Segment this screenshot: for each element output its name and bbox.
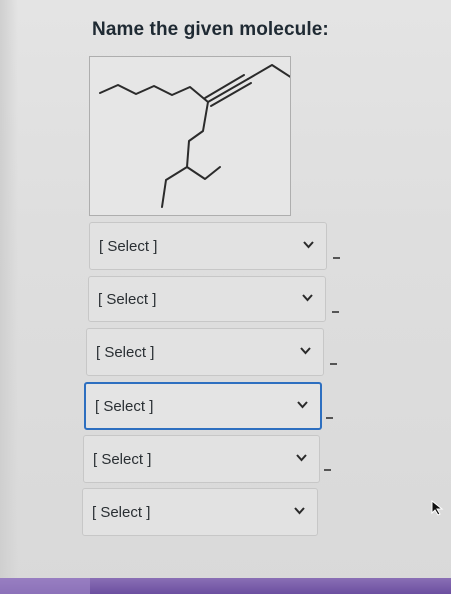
chevron-down-icon [302, 292, 313, 303]
select-value-5: [ Select ] [93, 450, 152, 468]
sub-branch [186, 166, 221, 180]
select-value-2: [ Select ] [98, 290, 157, 308]
screen-edge-shadow [0, 0, 18, 594]
select-value-4: [ Select ] [95, 397, 154, 415]
chevron-down-icon [300, 345, 311, 356]
name-part-select-1[interactable]: [ Select ] [89, 222, 327, 270]
chevron-down-icon [303, 239, 314, 250]
dash-separator [326, 417, 333, 419]
name-part-select-4[interactable]: [ Select ] [84, 382, 322, 430]
chevron-down-icon [294, 505, 305, 516]
branch-chain [161, 101, 209, 208]
molecule-structure-image [89, 56, 291, 216]
name-part-select-3[interactable]: [ Select ] [86, 328, 324, 376]
name-part-select-6[interactable]: [ Select ] [82, 488, 318, 536]
chevron-down-icon [296, 452, 307, 463]
dash-separator [333, 257, 340, 259]
select-value-1: [ Select ] [99, 237, 158, 255]
select-value-3: [ Select ] [96, 343, 155, 361]
triple-bond-line-3 [210, 82, 252, 107]
triple-bond-line-2 [204, 74, 245, 99]
dash-separator [332, 311, 339, 313]
question-title: Name the given molecule: [92, 19, 329, 40]
chevron-down-icon [297, 399, 308, 410]
name-part-select-5[interactable]: [ Select ] [83, 435, 320, 483]
dash-separator [324, 469, 331, 471]
dash-separator [330, 363, 337, 365]
name-part-select-2[interactable]: [ Select ] [88, 276, 326, 322]
right-tail [247, 64, 290, 80]
bottom-taskbar-highlight [0, 578, 90, 594]
triple-bond-line-1 [207, 78, 249, 103]
mouse-pointer-icon [431, 499, 445, 521]
main-chain [99, 84, 209, 103]
select-value-6: [ Select ] [92, 503, 151, 521]
skeletal-formula-diagram [99, 64, 290, 208]
